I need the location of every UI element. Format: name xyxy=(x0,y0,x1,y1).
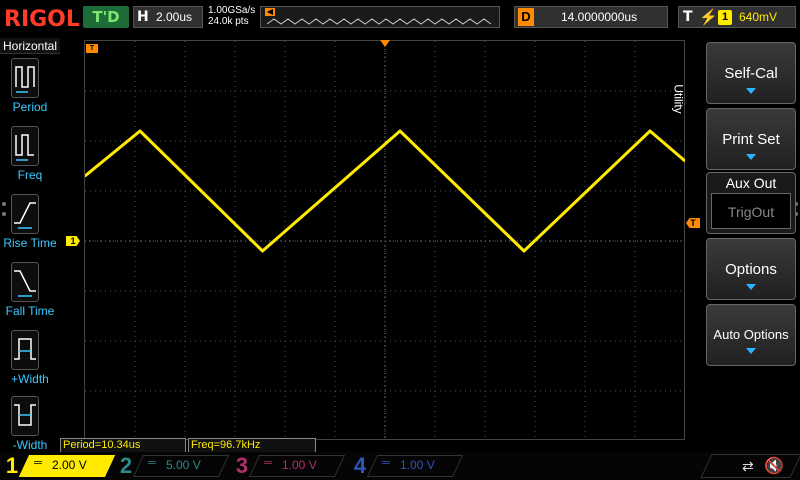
measure-negative-width-button[interactable]: -Width xyxy=(0,394,60,460)
channel3-scale: 1.00 V xyxy=(282,458,317,472)
rise-time-icon xyxy=(11,194,39,234)
positive-width-label: +Width xyxy=(11,372,49,386)
trigger-key: T xyxy=(683,9,693,25)
pre-trigger-marker: T xyxy=(86,44,98,53)
auto-options-label: Auto Options xyxy=(713,327,789,342)
measure-rise-time-button[interactable]: Rise Time xyxy=(0,192,60,258)
channel2-number: 2 xyxy=(119,453,133,478)
timebase-value: 2.00us xyxy=(156,10,193,24)
utility-menu: Utility Self-Cal Print Set Aux Out TrigO… xyxy=(672,38,800,452)
trigger-panel[interactable]: T ⚡ 1 640mV xyxy=(678,6,796,28)
frequency-measurement: Freq=96.7kHz xyxy=(188,438,316,453)
measure-period-button[interactable]: Period xyxy=(0,56,60,122)
options-button[interactable]: Options xyxy=(706,238,796,300)
chevron-down-icon xyxy=(746,154,756,160)
period-label: Period xyxy=(12,100,48,114)
memory-depth: 24.0k pts xyxy=(208,16,249,27)
dc-coupling-icon: ═ xyxy=(148,457,156,469)
frequency-icon xyxy=(11,126,39,166)
delay-panel[interactable]: D 14.0000000us xyxy=(514,6,668,28)
rising-edge-icon: ⚡ xyxy=(699,9,718,26)
channel4-scale: 1.00 V xyxy=(400,458,435,472)
brand-logo: RIGOL xyxy=(4,7,80,32)
scroll-indicator xyxy=(2,202,6,206)
measure-positive-width-button[interactable]: +Width xyxy=(0,328,60,394)
aux-out-label: Aux Out xyxy=(725,175,777,191)
trigger-time-marker[interactable] xyxy=(380,40,390,47)
channel1-offset-marker[interactable]: 1 xyxy=(66,236,80,246)
measure-freq-button[interactable]: Freq xyxy=(0,124,60,190)
chevron-down-icon xyxy=(746,284,756,290)
dc-coupling-icon: ═ xyxy=(34,457,42,469)
trigger-position-icon: ◀ xyxy=(265,7,275,16)
dc-coupling-icon: ═ xyxy=(382,457,390,469)
trigger-source: 1 xyxy=(718,10,732,25)
aux-out-control[interactable]: Aux Out TrigOut xyxy=(706,172,796,234)
memory-overview-strip[interactable]: ◀ xyxy=(260,6,500,28)
measure-menu: Horizontal Period Freq Rise Time Fall Ti… xyxy=(0,38,60,452)
channel3-indicator[interactable]: 3 ═ 1.00 V xyxy=(232,452,346,480)
trace-vertex xyxy=(261,249,264,253)
top-status-bar: RIGOL T'D H 2.00us 1.00GSa/s 24.0k pts ◀… xyxy=(0,0,800,38)
print-set-label: Print Set xyxy=(722,131,780,148)
rise-time-label: Rise Time xyxy=(3,236,57,250)
delay-value: 14.0000000us xyxy=(561,10,638,24)
freq-label: Freq xyxy=(17,168,43,182)
self-cal-label: Self-Cal xyxy=(724,65,778,82)
trace-vertex xyxy=(648,129,652,133)
self-cal-button[interactable]: Self-Cal xyxy=(706,42,796,104)
fall-time-icon xyxy=(11,262,39,302)
auto-options-button[interactable]: Auto Options xyxy=(706,304,796,366)
channel1-scale: 2.00 V xyxy=(52,458,87,472)
negative-width-label: -Width xyxy=(12,438,48,452)
measure-fall-time-button[interactable]: Fall Time xyxy=(0,260,60,326)
horizontal-key: H xyxy=(137,9,149,25)
negative-width-icon xyxy=(11,396,39,436)
channel4-indicator[interactable]: 4 ═ 1.00 V xyxy=(350,452,464,480)
waveform-graticule xyxy=(85,41,685,441)
aux-out-value: TrigOut xyxy=(711,193,791,229)
fall-time-label: Fall Time xyxy=(5,304,55,318)
horizontal-timebase-panel[interactable]: H 2.00us xyxy=(133,6,203,28)
positive-width-icon xyxy=(11,330,39,370)
utility-menu-tab[interactable]: Utility xyxy=(672,62,704,142)
scroll-indicator xyxy=(2,212,6,216)
memory-waveform-thumbnail xyxy=(267,18,492,25)
channel2-scale: 5.00 V xyxy=(166,458,201,472)
channel4-number: 4 xyxy=(353,453,367,478)
utility-tab-label: Utility xyxy=(671,84,686,114)
period-measurement: Period=10.34us xyxy=(60,438,186,453)
acquisition-info: 1.00GSa/s 24.0k pts xyxy=(208,5,255,27)
channel1-number: 1 xyxy=(5,453,19,478)
waveform-display[interactable] xyxy=(84,40,685,441)
sample-rate: 1.00GSa/s xyxy=(208,5,256,16)
trigger-level: 640mV xyxy=(739,10,778,24)
usb-icon: ⇄ xyxy=(742,458,754,474)
channel1-indicator[interactable]: 1 ═ 2.00 V xyxy=(2,452,116,480)
trace-vertex xyxy=(398,129,402,133)
run-state-badge[interactable]: T'D xyxy=(83,6,129,28)
delay-key: D xyxy=(518,8,534,26)
channel2-indicator[interactable]: 2 ═ 5.00 V xyxy=(116,452,230,480)
chevron-down-icon xyxy=(746,88,756,94)
period-icon xyxy=(11,58,39,98)
options-label: Options xyxy=(725,261,777,278)
channel3-number: 3 xyxy=(235,453,249,478)
channel-bar: 1 ═ 2.00 V 2 ═ 5.00 V 3 ═ 1.00 V 4 ═ 1.0… xyxy=(0,452,800,480)
measure-menu-title: Horizontal xyxy=(0,38,60,54)
speaker-muted-icon[interactable]: 🔇 xyxy=(764,456,784,476)
trace-vertex xyxy=(522,249,526,253)
dc-coupling-icon: ═ xyxy=(264,457,272,469)
chevron-down-icon xyxy=(746,348,756,354)
print-set-button[interactable]: Print Set xyxy=(706,108,796,170)
trace-vertex xyxy=(138,129,142,133)
